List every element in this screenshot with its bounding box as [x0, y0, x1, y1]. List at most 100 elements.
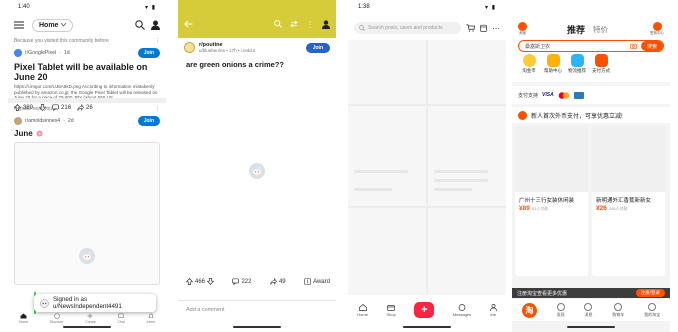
back-arrow-icon[interactable]	[184, 20, 193, 28]
add-comment-input[interactable]: Add a comment	[178, 300, 336, 318]
tab-discover[interactable]: Discover	[50, 313, 64, 324]
gesture-bar[interactable]	[233, 326, 281, 328]
tab-messages[interactable]: 消息	[584, 302, 593, 318]
search-input[interactable]: 桑塞斯卫衣 搜索	[518, 40, 664, 52]
post-author-row: r/poutine u/blueberries • 17h • i.redd.i…	[184, 42, 330, 53]
post-meta-block: r/poutine u/blueberries • 17h • i.redd.i…	[199, 42, 255, 53]
menu-icon[interactable]	[14, 21, 24, 29]
category-logistics[interactable]: 物流推荐	[566, 54, 588, 82]
product-card[interactable]: 新明通外汇香蕉新新女 ¥26 108人付款	[592, 126, 665, 276]
post-title[interactable]: June	[14, 129, 160, 138]
register-prompt-text: 注册淘宝查看更多优惠	[517, 290, 568, 297]
tab-deals[interactable]: 特价	[593, 24, 608, 35]
upvote-count: 466	[195, 278, 206, 285]
register-prompt-bar: 注册淘宝查看更多优惠 注册/登录	[512, 288, 670, 298]
product-name: 新明通外汇香蕉新新女	[596, 198, 652, 204]
reddit-post-screen: ⋮ r/poutine u/blueberries • 17h • i.redd…	[178, 0, 336, 332]
category-gold-coins[interactable]: 淘金币	[518, 54, 540, 82]
message-icon	[458, 303, 466, 311]
tab-home[interactable]: Home	[357, 303, 368, 317]
tab-recommend[interactable]: 推荐	[567, 23, 585, 36]
subreddit-avatar	[14, 117, 22, 125]
product-card[interactable]: 广州十三行女装休闲装 ¥89 31人付款	[515, 126, 588, 276]
coin-icon	[522, 54, 536, 67]
create-post-button[interactable]: +	[414, 302, 435, 318]
search-placeholder: 桑塞斯卫衣	[525, 43, 551, 50]
home-feed-dropdown[interactable]: Home	[32, 18, 74, 32]
home-feed-label: Home	[39, 21, 59, 29]
search-icon[interactable]	[135, 20, 145, 30]
register-login-button[interactable]: 注册/登录	[635, 289, 665, 297]
person-icon	[489, 303, 497, 311]
tab-home[interactable]: Home	[19, 313, 28, 324]
post-title-text: June	[14, 129, 33, 138]
gesture-bar[interactable]	[567, 326, 615, 328]
search-icon[interactable]	[274, 20, 282, 28]
checkin-center-button[interactable]: 签到中心	[650, 22, 664, 36]
search-button[interactable]: 搜索	[640, 41, 663, 51]
profile-icon[interactable]	[151, 20, 160, 30]
search-input[interactable]: Search posts, users and products	[354, 22, 461, 34]
subreddit-name[interactable]: r/GooglePixel	[25, 50, 56, 56]
post-age: 1d	[63, 50, 70, 56]
comments-button[interactable]: 222	[232, 278, 251, 285]
tab-cart-label: 购物车	[612, 311, 625, 317]
gesture-bar[interactable]	[63, 326, 111, 328]
shop-bag-icon	[387, 304, 396, 311]
more-options-icon[interactable]: ⋮	[155, 106, 160, 112]
sort-icon[interactable]	[290, 20, 298, 28]
camera-icon[interactable]	[630, 43, 637, 49]
tab-home[interactable]: 淘	[521, 302, 537, 318]
join-button[interactable]: Join	[305, 42, 330, 53]
category-help-center[interactable]: 帮助中心	[542, 54, 564, 82]
category-payment[interactable]: 支付方式	[590, 54, 612, 82]
bottom-tab-bar: 淘 发现 消息 购物车 我的淘宝	[512, 299, 670, 321]
award-label: Award	[313, 278, 330, 285]
taobao-logo-icon	[518, 22, 527, 31]
recommendation-reason: Popular near you ⋮	[14, 106, 160, 112]
share-button[interactable]: 49	[270, 278, 286, 285]
profile-icon[interactable]	[322, 19, 330, 29]
subreddit-name[interactable]: r/amoldsinnes4	[25, 118, 60, 124]
tab-my-taobao[interactable]: 我的淘宝	[644, 302, 660, 318]
taobao-logo-button[interactable]: 淘宝	[518, 22, 527, 36]
tab-chat[interactable]: Chat	[117, 313, 125, 324]
feed-post[interactable]: Popular near you ⋮ r/amoldsinnes4 · 2d J…	[8, 106, 166, 138]
tab-messages[interactable]: Messages	[453, 303, 471, 317]
post-title[interactable]: Pixel Tablet will be available on June 2…	[14, 62, 160, 82]
visa-logo: VISA	[542, 92, 554, 98]
home-icon	[358, 303, 367, 311]
comment-count: 222	[241, 278, 252, 285]
tab-shop[interactable]: Shop	[386, 304, 396, 317]
sold-count: 31人付款	[531, 206, 549, 211]
join-button[interactable]: Join	[137, 48, 160, 58]
tab-create-label: Create	[85, 320, 96, 324]
tab-create[interactable]: Create	[85, 313, 96, 324]
tab-chat-label: Chat	[117, 320, 125, 324]
status-bar: 1:40 ▾ ▮	[8, 0, 166, 14]
post-header: r/GooglePixel · 1d Join	[14, 48, 160, 58]
tab-me[interactable]: Me	[489, 303, 497, 317]
calendar-icon[interactable]	[480, 24, 487, 32]
chat-icon	[118, 313, 124, 319]
gesture-bar[interactable]	[403, 326, 451, 328]
tab-home-label: Home	[357, 311, 368, 317]
recommendation-text: Because you visited this community befor…	[14, 38, 109, 44]
join-button[interactable]: Join	[137, 116, 160, 126]
tab-cart[interactable]: 购物车	[612, 302, 625, 318]
post-actions: 466 222 49 Award	[186, 278, 330, 285]
upvote-button[interactable]: 466	[186, 278, 215, 285]
more-options-icon[interactable]: ⋮	[306, 20, 314, 29]
cart-icon[interactable]	[466, 24, 475, 32]
more-options-icon[interactable]: ⋮	[155, 38, 160, 44]
tab-inbox[interactable]: Inbox	[147, 313, 155, 324]
price-value: ¥89	[519, 205, 530, 212]
product-price: ¥26 108人付款	[596, 205, 628, 212]
post-media-placeholder[interactable]	[14, 142, 160, 285]
search-icon	[359, 25, 365, 31]
award-button[interactable]: Award	[304, 278, 330, 285]
more-options-icon[interactable]: ⋯	[492, 24, 500, 33]
tab-me-label: Me	[490, 311, 496, 317]
promo-banner[interactable]: 新人首次外币支付，可享优惠立减!	[512, 107, 670, 123]
tab-discover[interactable]: 发现	[556, 302, 565, 318]
